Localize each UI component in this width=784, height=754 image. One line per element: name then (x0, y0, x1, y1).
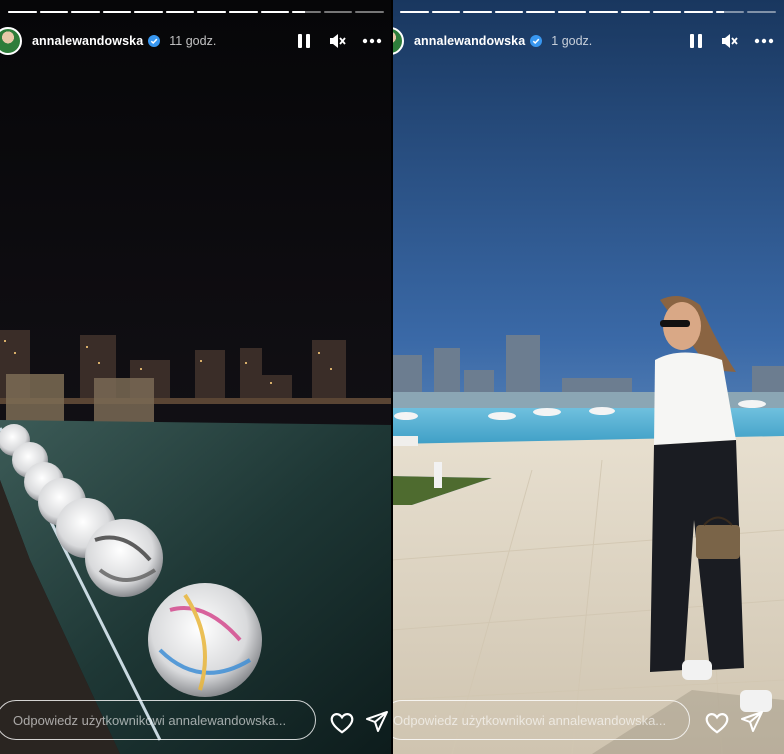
story-media-woman-poolside-day (392, 0, 784, 754)
reply-input[interactable] (11, 711, 315, 729)
progress-segment (557, 11, 587, 13)
pause-button[interactable] (686, 31, 706, 51)
progress-segment-fill (197, 11, 227, 13)
progress-segment (71, 11, 100, 13)
progress-segment (652, 11, 682, 13)
story-media-night-pool-footballs (0, 0, 392, 754)
username-link[interactable]: annalewandowska (32, 34, 143, 48)
story-header: annalewandowska 1 godz. (392, 26, 784, 56)
send-icon (366, 711, 388, 732)
progress-segment-fill (292, 11, 306, 13)
avatar[interactable] (392, 27, 404, 55)
progress-segment (621, 11, 650, 13)
more-options-icon (362, 38, 382, 44)
story-panel-right[interactable]: annalewandowska 1 godz. (392, 0, 784, 754)
send-button[interactable] (740, 710, 766, 736)
progress-segment (747, 11, 776, 13)
story-progress-bar (400, 11, 776, 14)
progress-segment (229, 11, 258, 13)
verified-badge-icon (530, 35, 543, 47)
progress-segment-fill (715, 11, 725, 13)
progress-segment (400, 11, 429, 13)
mute-button[interactable] (720, 31, 740, 51)
progress-segment-fill (526, 11, 555, 13)
username-link[interactable]: annalewandowska (414, 34, 525, 48)
reply-input[interactable] (392, 711, 689, 729)
speaker-muted-icon (722, 34, 738, 48)
progress-segment (526, 11, 555, 13)
progress-segment-fill (134, 11, 163, 13)
mute-button[interactable] (328, 31, 348, 51)
post-time: 11 godz. (169, 34, 217, 48)
progress-segment-fill (463, 11, 492, 13)
progress-segment-fill (260, 11, 290, 13)
progress-segment (39, 11, 69, 13)
verified-badge-icon (148, 35, 161, 47)
progress-segment-fill (431, 11, 461, 13)
story-divider (391, 0, 393, 754)
progress-segment (684, 11, 713, 13)
progress-segment-fill (494, 11, 524, 13)
progress-segment-fill (71, 11, 100, 13)
reply-bar[interactable] (392, 700, 690, 740)
progress-segment-fill (400, 11, 429, 13)
progress-segment (134, 11, 163, 13)
more-options-icon (754, 38, 774, 44)
progress-segment (292, 11, 321, 13)
progress-segment-fill (557, 11, 587, 13)
progress-segment (165, 11, 195, 13)
send-button[interactable] (365, 710, 391, 736)
heart-icon (705, 713, 729, 734)
progress-segment-fill (229, 11, 258, 13)
more-options-button[interactable] (754, 31, 774, 51)
progress-segment (463, 11, 492, 13)
progress-segment (323, 11, 353, 13)
progress-segment (431, 11, 461, 13)
pause-icon (690, 34, 702, 48)
like-button[interactable] (329, 710, 355, 736)
progress-segment-fill (102, 11, 132, 13)
story-progress-bar (8, 11, 384, 14)
progress-segment-fill (39, 11, 69, 13)
progress-segment (102, 11, 132, 13)
like-button[interactable] (704, 710, 730, 736)
more-options-button[interactable] (362, 31, 382, 51)
progress-segment (715, 11, 745, 13)
avatar[interactable] (0, 27, 22, 55)
progress-segment (355, 11, 384, 13)
progress-segment-fill (621, 11, 650, 13)
progress-segment (197, 11, 227, 13)
pause-button[interactable] (294, 31, 314, 51)
heart-icon (330, 713, 354, 734)
progress-segment-fill (8, 11, 37, 13)
progress-segment-fill (165, 11, 195, 13)
send-icon (741, 711, 763, 732)
pause-icon (298, 34, 310, 48)
progress-segment (589, 11, 619, 13)
progress-segment-fill (589, 11, 619, 13)
progress-segment (494, 11, 524, 13)
progress-segment (8, 11, 37, 13)
speaker-muted-icon (330, 34, 346, 48)
progress-segment (260, 11, 290, 13)
progress-segment-fill (652, 11, 682, 13)
story-panel-left[interactable]: annalewandowska 11 godz. (0, 0, 392, 754)
progress-segment-fill (684, 11, 713, 13)
story-header: annalewandowska 11 godz. (0, 26, 392, 56)
post-time: 1 godz. (551, 34, 593, 48)
reply-bar[interactable] (0, 700, 316, 740)
